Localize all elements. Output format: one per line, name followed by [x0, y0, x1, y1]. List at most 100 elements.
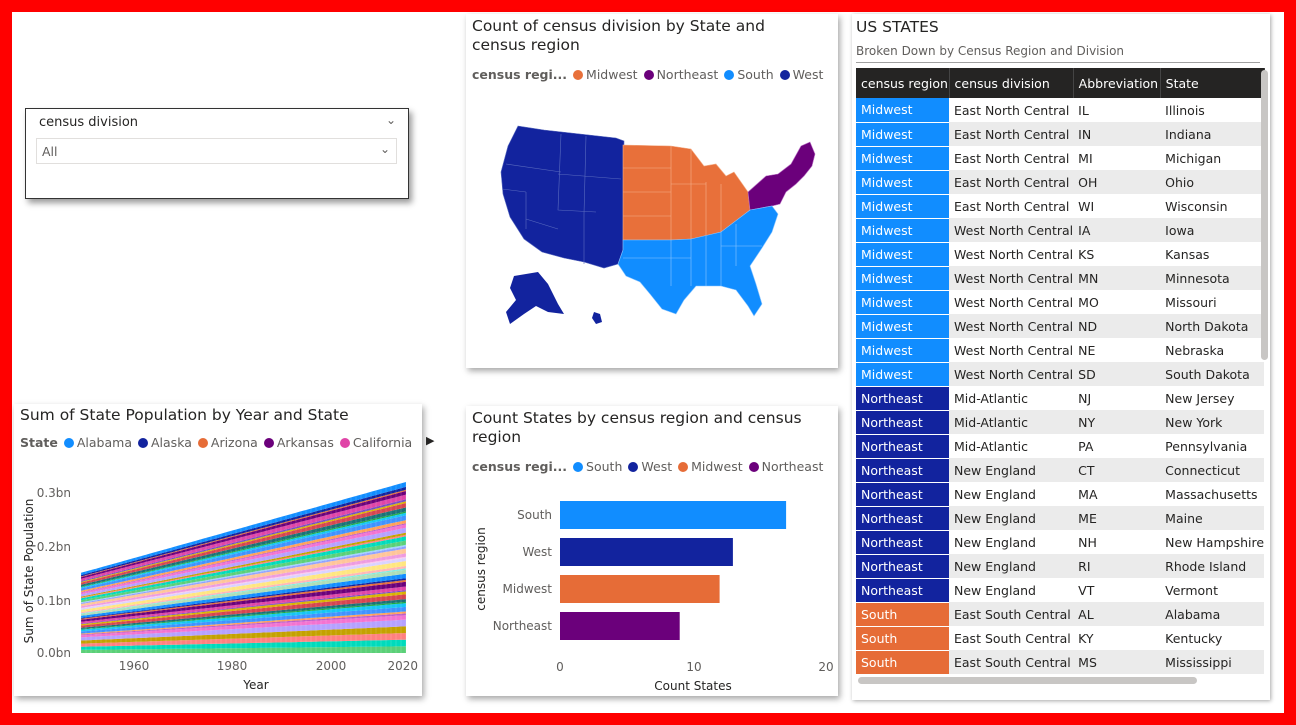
cell-state: Maine	[1160, 506, 1265, 530]
cell-census-division: New England	[949, 458, 1074, 482]
table-vertical-scrollbar[interactable]	[1261, 70, 1268, 360]
table-row[interactable]: Northeast New England CT Connecticut	[856, 458, 1265, 483]
column-header[interactable]: census division	[949, 68, 1074, 98]
map-region-west[interactable]	[500, 125, 625, 269]
y-tick: 0.2bn	[37, 540, 71, 554]
cell-census-region: Northeast	[856, 410, 949, 435]
cell-census-division: East North Central	[949, 170, 1074, 194]
cell-state: Wisconsin	[1160, 194, 1265, 218]
table-row[interactable]: Midwest East North Central MI Michigan	[856, 146, 1265, 171]
table-header-row: census region census division Abbreviati…	[856, 68, 1265, 98]
cell-abbreviation: KS	[1073, 242, 1161, 266]
table-row[interactable]: Midwest West North Central ND North Dakota	[856, 314, 1265, 339]
table-row[interactable]: Midwest East North Central IN Indiana	[856, 122, 1265, 147]
table-row[interactable]: Northeast New England ME Maine	[856, 506, 1265, 531]
table-row[interactable]: Northeast New England MA Massachusetts	[856, 482, 1265, 507]
bar-south[interactable]	[560, 501, 787, 529]
cell-abbreviation: IA	[1073, 218, 1161, 242]
count-states-bar-chart[interactable]: Count States by census region and census…	[466, 406, 838, 696]
cell-state: New Hampshire	[1160, 530, 1265, 554]
map-region-hawaii[interactable]	[592, 312, 602, 324]
table-subtitle: Broken Down by Census Region and Divisio…	[856, 44, 1125, 58]
cell-census-division: East South Central	[949, 650, 1074, 674]
cell-abbreviation: NE	[1073, 338, 1161, 362]
cell-census-region: Midwest	[856, 362, 949, 387]
x-axis-title: Year	[242, 678, 268, 692]
slicer-value: All	[42, 144, 58, 159]
table-row[interactable]: Midwest West North Central SD South Dakota	[856, 362, 1265, 387]
divider	[856, 62, 1260, 63]
cell-census-division: East South Central	[949, 626, 1074, 650]
cell-abbreviation: MI	[1073, 146, 1161, 170]
cell-census-region: Northeast	[856, 578, 949, 603]
cell-census-region: Midwest	[856, 314, 949, 339]
cell-census-division: New England	[949, 506, 1074, 530]
chevron-down-icon: ⌄	[379, 142, 390, 156]
table-row[interactable]: Northeast New England NH New Hampshire	[856, 530, 1265, 555]
cell-census-division: East North Central	[949, 122, 1074, 146]
chevron-right-icon[interactable]: ▶	[426, 434, 434, 447]
map-visual[interactable]: Count of census division by State and ce…	[466, 14, 838, 368]
chevron-down-icon[interactable]: ⌄	[386, 113, 396, 127]
table-row[interactable]: South East South Central KY Kentucky	[856, 626, 1265, 651]
cell-census-region: Midwest	[856, 242, 949, 267]
cell-abbreviation: SD	[1073, 362, 1161, 386]
cell-census-division: West North Central	[949, 290, 1074, 314]
cell-state: Vermont	[1160, 578, 1265, 602]
cell-state: Missouri	[1160, 290, 1265, 314]
bar-northeast[interactable]	[560, 612, 680, 640]
table-row[interactable]: Midwest West North Central MO Missouri	[856, 290, 1265, 315]
table-row[interactable]: Northeast New England RI Rhode Island	[856, 554, 1265, 579]
cell-census-region: South	[856, 650, 949, 675]
cell-abbreviation: NJ	[1073, 386, 1161, 410]
population-area-chart[interactable]: Sum of State Population by Year and Stat…	[14, 404, 434, 696]
table-row[interactable]: South East South Central AL Alabama	[856, 602, 1265, 627]
column-header[interactable]: State	[1160, 68, 1265, 98]
cell-state: Illinois	[1160, 98, 1265, 122]
us-states-table[interactable]: US STATES Broken Down by Census Region a…	[852, 14, 1270, 700]
map-region-northeast[interactable]	[747, 141, 816, 211]
slicer-dropdown[interactable]: All ⌄	[36, 138, 397, 164]
area-chart-plot[interactable]: Sum of State Population 0.3bn 0.2bn 0.1b…	[14, 404, 422, 696]
states-table: census region census division Abbreviati…	[856, 68, 1265, 675]
cell-state: New Jersey	[1160, 386, 1265, 410]
cell-abbreviation: IN	[1073, 122, 1161, 146]
area-bands	[80, 482, 407, 653]
y-axis-title: census region	[474, 527, 488, 610]
table-row[interactable]: Midwest East North Central IL Illinois	[856, 98, 1265, 123]
bar-midwest[interactable]	[560, 575, 720, 603]
cell-state: Connecticut	[1160, 458, 1265, 482]
cell-census-division: New England	[949, 482, 1074, 506]
y-tick: 0.3bn	[37, 486, 71, 500]
cell-state: Indiana	[1160, 122, 1265, 146]
column-header[interactable]: Abbreviation	[1073, 68, 1161, 98]
bar-west[interactable]	[560, 538, 733, 566]
census-division-slicer[interactable]: census division ⌄ All ⌄	[25, 108, 409, 199]
cell-census-region: South	[856, 602, 949, 627]
bar-marks: South West Midwest Northeast	[493, 501, 787, 640]
table-row[interactable]: South East South Central MS Mississippi	[856, 650, 1265, 675]
cell-census-region: Northeast	[856, 482, 949, 507]
cell-state: Iowa	[1160, 218, 1265, 242]
cell-state: Massachusetts	[1160, 482, 1265, 506]
table-row[interactable]: Midwest East North Central OH Ohio	[856, 170, 1265, 195]
us-map[interactable]	[466, 14, 838, 368]
bar-chart-plot[interactable]: census region Count States 0 10 20 South…	[466, 406, 838, 696]
cell-census-region: Midwest	[856, 194, 949, 219]
table-row[interactable]: Northeast Mid-Atlantic PA Pennsylvania	[856, 434, 1265, 459]
table-row[interactable]: Midwest West North Central IA Iowa	[856, 218, 1265, 243]
x-tick: 2000	[316, 659, 347, 673]
table-horizontal-scrollbar[interactable]	[858, 677, 1197, 684]
column-header[interactable]: census region	[856, 68, 950, 98]
cell-census-region: Midwest	[856, 290, 949, 315]
cell-census-region: Northeast	[856, 506, 949, 531]
table-row[interactable]: Midwest East North Central WI Wisconsin	[856, 194, 1265, 219]
table-row[interactable]: Northeast New England VT Vermont	[856, 578, 1265, 603]
cell-state: Nebraska	[1160, 338, 1265, 362]
table-row[interactable]: Northeast Mid-Atlantic NY New York	[856, 410, 1265, 435]
table-row[interactable]: Midwest West North Central MN Minnesota	[856, 266, 1265, 291]
map-region-alaska[interactable]	[506, 272, 564, 324]
table-row[interactable]: Midwest West North Central NE Nebraska	[856, 338, 1265, 363]
table-row[interactable]: Midwest West North Central KS Kansas	[856, 242, 1265, 267]
table-row[interactable]: Northeast Mid-Atlantic NJ New Jersey	[856, 386, 1265, 411]
